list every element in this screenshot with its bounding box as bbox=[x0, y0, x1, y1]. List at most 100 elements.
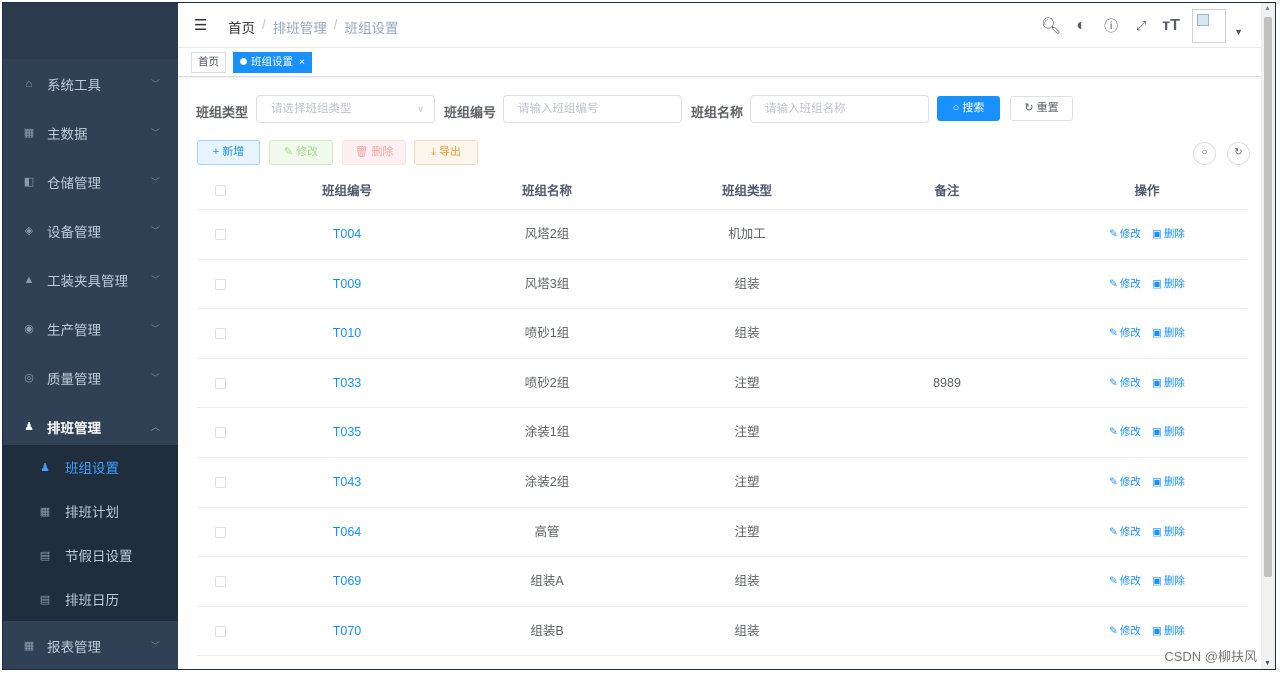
row-edit-button[interactable]: ✎ 修改 bbox=[1109, 359, 1141, 408]
row-delete-button[interactable]: ▣ 删除 bbox=[1152, 508, 1185, 557]
watermark: CSDN @柳扶风 bbox=[1164, 649, 1257, 664]
team-code-link[interactable]: T033 bbox=[257, 359, 437, 408]
grid-icon: ▦ bbox=[23, 127, 35, 139]
breadcrumb-home[interactable]: 首页 bbox=[228, 17, 255, 37]
team-type-cell: 组装 bbox=[734, 574, 760, 589]
column-header[interactable]: 班组类型 bbox=[657, 173, 837, 210]
submenu-item[interactable]: ♟ 班组设置 bbox=[3, 445, 178, 489]
quality-icon: ◎ bbox=[24, 372, 34, 384]
sidebar-item[interactable]: ◎ 质量管理 ﹀ bbox=[3, 353, 178, 402]
sidebar-item[interactable]: ⌂ 系统工具 ﹀ bbox=[3, 59, 178, 108]
sidebar-logo bbox=[3, 3, 178, 59]
team-type-cell: 组装 bbox=[734, 276, 760, 291]
delete-button[interactable]: 🗑︎ 删除 bbox=[342, 140, 406, 165]
edit-icon: ✎ bbox=[1109, 228, 1118, 240]
scroll-up-icon[interactable]: ▲ bbox=[1264, 5, 1271, 12]
refresh-button[interactable]: ↻ bbox=[1227, 142, 1250, 165]
toggle-search-button[interactable]: ○ bbox=[1193, 142, 1216, 165]
scrollbar[interactable]: ▲ ▼ bbox=[1261, 3, 1275, 669]
chevron-down-icon[interactable]: ▼ bbox=[1234, 27, 1243, 37]
team-code-link[interactable]: T043 bbox=[257, 458, 437, 507]
github-icon[interactable]: ◐ bbox=[1068, 17, 1094, 35]
row-checkbox[interactable] bbox=[215, 526, 226, 538]
team-name-cell: 风塔3组 bbox=[524, 276, 570, 291]
team-code-link[interactable]: T009 bbox=[257, 260, 437, 309]
search-button[interactable]: ○ 搜索 bbox=[937, 96, 1000, 121]
sidebar-item[interactable]: ◧ 仓储管理 ﹀ bbox=[3, 157, 178, 206]
sidebar-item-label: 排班管理 bbox=[47, 420, 101, 436]
scroll-thumb[interactable] bbox=[1264, 17, 1272, 577]
search-icon[interactable]: 🔍︎ bbox=[1038, 16, 1064, 36]
avatar[interactable] bbox=[1192, 8, 1227, 43]
row-delete-button[interactable]: ▣ 删除 bbox=[1152, 309, 1185, 358]
row-checkbox[interactable] bbox=[215, 576, 226, 588]
table-row: T033 喷砂2组 注塑 8989 ✎ 修改 ▣ 删除 bbox=[197, 359, 1247, 409]
scroll-down-icon[interactable]: ▼ bbox=[1264, 660, 1271, 667]
select-all-checkbox[interactable] bbox=[215, 185, 226, 196]
search-icon: ○ bbox=[1201, 147, 1208, 158]
row-delete-button[interactable]: ▣ 删除 bbox=[1152, 359, 1185, 408]
row-delete-button[interactable]: ▣ 删除 bbox=[1152, 408, 1185, 457]
close-icon[interactable]: × bbox=[299, 56, 305, 68]
row-edit-button[interactable]: ✎ 修改 bbox=[1109, 458, 1141, 507]
refresh-icon: ↻ bbox=[1234, 147, 1243, 158]
row-delete-button[interactable]: ▣ 删除 bbox=[1152, 210, 1185, 259]
sidebar-item[interactable]: ▦ 报表管理 ﹀ bbox=[3, 621, 178, 669]
sidebar-item[interactable]: ♟ 排班管理 ︿ bbox=[3, 402, 178, 451]
tab-home[interactable]: 首页 bbox=[191, 52, 226, 73]
chevron-down-icon: ﹀ bbox=[150, 275, 160, 285]
team-code-link[interactable]: T069 bbox=[257, 557, 437, 606]
row-edit-button[interactable]: ✎ 修改 bbox=[1109, 210, 1141, 259]
row-checkbox[interactable] bbox=[215, 427, 226, 439]
team-code-link[interactable]: T010 bbox=[257, 309, 437, 358]
team-name-input[interactable]: 请输入班组名称 bbox=[750, 95, 929, 123]
export-button[interactable]: ⤓ 导出 bbox=[414, 140, 478, 165]
edit-button[interactable]: ✎ 修改 bbox=[269, 140, 333, 165]
team-code-link[interactable]: T004 bbox=[257, 210, 437, 259]
column-header[interactable]: 备注 bbox=[857, 173, 1037, 210]
reset-button[interactable]: ↻ 重置 bbox=[1010, 96, 1073, 121]
row-delete-button[interactable]: ▣ 删除 bbox=[1152, 260, 1185, 309]
submenu-item[interactable]: ▤ 排班日历 bbox=[3, 577, 178, 621]
row-checkbox[interactable] bbox=[215, 229, 226, 240]
column-header[interactable]: 班组编号 bbox=[257, 173, 437, 210]
add-button[interactable]: + 新增 bbox=[197, 140, 260, 165]
font-size-icon[interactable]: тT bbox=[1158, 17, 1184, 35]
sidebar-item[interactable]: ◈ 设备管理 ﹀ bbox=[3, 206, 178, 255]
row-checkbox[interactable] bbox=[215, 278, 226, 290]
hamburger-icon[interactable]: ☰ bbox=[194, 16, 207, 34]
chevron-down-icon: ﹀ bbox=[150, 324, 160, 334]
row-edit-button[interactable]: ✎ 修改 bbox=[1109, 508, 1141, 557]
question-icon[interactable]: ⓘ bbox=[1098, 16, 1124, 36]
submenu-item[interactable]: ▤ 节假日设置 bbox=[3, 533, 178, 577]
row-delete-button[interactable]: ▣ 删除 bbox=[1152, 458, 1185, 507]
row-edit-button[interactable]: ✎ 修改 bbox=[1109, 309, 1141, 358]
row-edit-button[interactable]: ✎ 修改 bbox=[1109, 260, 1141, 309]
team-code-link[interactable]: T035 bbox=[257, 408, 437, 457]
trash-icon: ▣ bbox=[1152, 228, 1162, 240]
row-checkbox[interactable] bbox=[215, 328, 226, 340]
team-type-cell: 组装 bbox=[734, 623, 760, 638]
row-edit-button[interactable]: ✎ 修改 bbox=[1109, 607, 1141, 656]
row-checkbox[interactable] bbox=[215, 625, 226, 637]
submenu-item-label: 排班计划 bbox=[65, 505, 119, 520]
fullscreen-icon[interactable]: ⤢ bbox=[1128, 18, 1154, 34]
row-delete-button[interactable]: ▣ 删除 bbox=[1152, 557, 1185, 606]
team-code-link[interactable]: T070 bbox=[257, 607, 437, 656]
team-name-cell: 喷砂2组 bbox=[524, 375, 570, 390]
chevron-down-icon: ﹀ bbox=[150, 79, 160, 89]
row-edit-button[interactable]: ✎ 修改 bbox=[1109, 408, 1141, 457]
row-checkbox[interactable] bbox=[215, 377, 226, 389]
sidebar-item[interactable]: ◉ 生产管理 ﹀ bbox=[3, 304, 178, 353]
calendar-icon: ▤ bbox=[39, 549, 51, 562]
team-type-select[interactable]: 请选择班组类型 ∨ bbox=[256, 95, 435, 123]
column-header[interactable]: 班组名称 bbox=[457, 173, 637, 210]
sidebar-item[interactable]: ▲ 工装夹具管理 ﹀ bbox=[3, 255, 178, 304]
team-code-link[interactable]: T064 bbox=[257, 508, 437, 557]
submenu-item[interactable]: ▦ 排班计划 bbox=[3, 489, 178, 533]
sidebar-item[interactable]: ▦ 主数据 ﹀ bbox=[3, 108, 178, 157]
tab-team-settings[interactable]: 班组设置 × bbox=[233, 52, 313, 73]
team-code-input[interactable]: 请输入班组编号 bbox=[503, 95, 682, 123]
row-edit-button[interactable]: ✎ 修改 bbox=[1109, 557, 1141, 606]
row-checkbox[interactable] bbox=[215, 477, 226, 488]
